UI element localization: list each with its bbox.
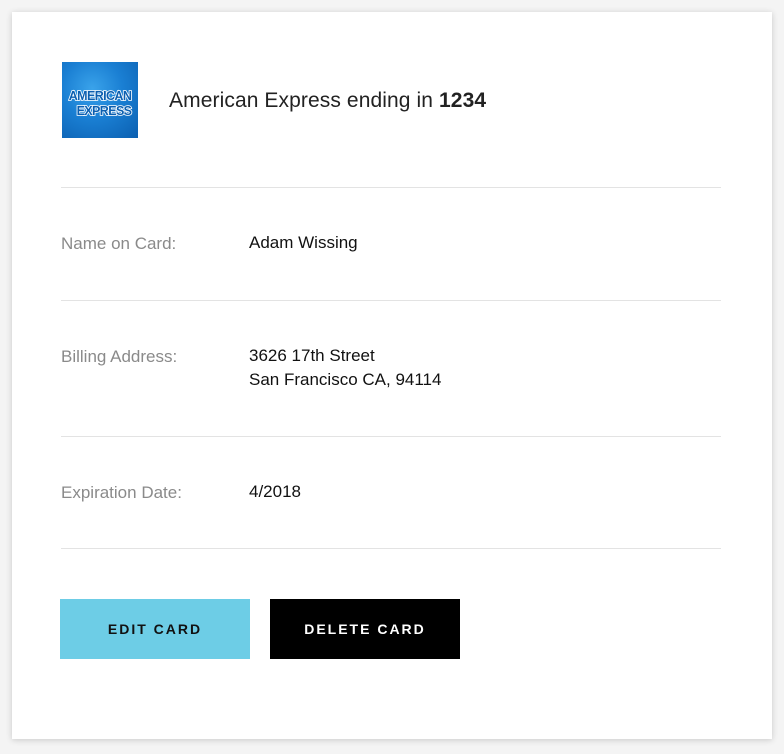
name-on-card-label: Name on Card: [61,234,177,253]
expiration-date-value: 4/2018 [249,482,301,501]
delete-card-button[interactable]: DELETE CARD [270,599,460,659]
billing-address-line2: San Francisco CA, 94114 [249,370,442,389]
amex-logo-graphic: AMERICAN EXPRESS [68,88,133,119]
divider [61,300,721,301]
billing-address-value: 3626 17th Street San Francisco CA, 94114 [249,344,441,392]
logo-text-line2: EXPRESS [77,104,132,118]
credit-card-details-panel: AMERICAN EXPRESS American Express ending… [12,12,772,739]
name-on-card-value: Adam Wissing [249,233,358,252]
billing-address-line1: 3626 17th Street [249,346,375,365]
card-header: AMERICAN EXPRESS American Express ending… [62,62,722,138]
billing-address-label: Billing Address: [61,347,178,366]
card-last-four: 1234 [439,89,487,112]
expiration-date-label: Expiration Date: [61,483,182,502]
card-title: American Express ending in 1234 [169,89,486,113]
divider [61,436,721,437]
edit-card-button[interactable]: EDIT CARD [60,599,250,659]
card-title-prefix: American Express ending in [169,89,434,112]
american-express-logo: AMERICAN EXPRESS [62,62,138,138]
divider [61,548,721,549]
logo-text-line1: AMERICAN [69,89,132,103]
divider [61,187,721,188]
